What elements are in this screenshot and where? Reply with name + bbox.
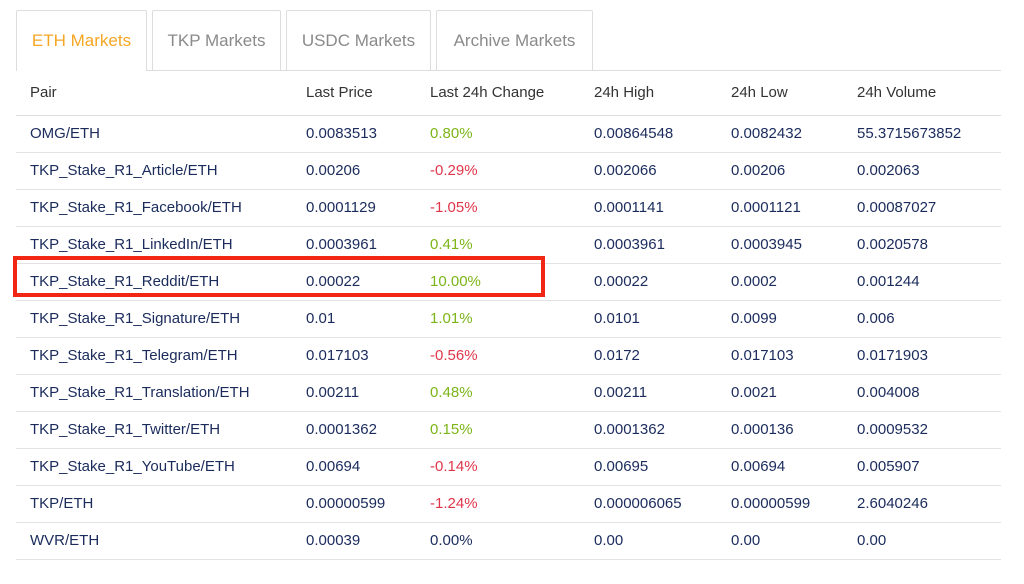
pair-cell[interactable]: TKP_Stake_R1_Facebook/ETH [16,189,292,227]
high-cell: 0.00864548 [580,115,717,153]
tab-eth-markets[interactable]: ETH Markets [16,10,147,71]
markets-panel: ETH Markets TKP Markets USDC Markets Arc… [16,10,1001,560]
last-price-cell: 0.00694 [292,448,416,486]
last-price-cell: 0.0003961 [292,226,416,264]
column-header-24h-high[interactable]: 24h High [580,71,717,116]
pair-cell[interactable]: TKP_Stake_R1_Article/ETH [16,152,292,190]
high-cell: 0.002066 [580,152,717,190]
change-cell: -1.24% [416,485,580,523]
volume-cell: 0.0020578 [843,226,1001,264]
pair-cell[interactable]: TKP_Stake_R1_Twitter/ETH [16,411,292,449]
volume-cell: 0.00087027 [843,189,1001,227]
change-cell: -0.29% [416,152,580,190]
low-cell: 0.000136 [717,411,843,449]
tab-usdc-markets[interactable]: USDC Markets [286,10,431,70]
table-row[interactable]: TKP_Stake_R1_LinkedIn/ETH 0.0003961 0.41… [16,226,1001,264]
table-row[interactable]: TKP_Stake_R1_Translation/ETH 0.00211 0.4… [16,374,1001,412]
markets-table: Pair Last Price Last 24h Change 24h High… [16,71,1001,560]
table-header-row: Pair Last Price Last 24h Change 24h High… [16,71,1001,116]
high-cell: 0.000006065 [580,485,717,523]
pair-cell[interactable]: TKP_Stake_R1_LinkedIn/ETH [16,226,292,264]
low-cell: 0.00 [717,522,843,560]
table-row[interactable]: OMG/ETH 0.0083513 0.80% 0.00864548 0.008… [16,115,1001,153]
column-header-24h-volume[interactable]: 24h Volume [843,71,1001,116]
volume-cell: 0.0171903 [843,337,1001,375]
table-row[interactable]: TKP/ETH 0.00000599 -1.24% 0.000006065 0.… [16,485,1001,523]
change-cell: 10.00% [416,263,580,301]
market-tabs: ETH Markets TKP Markets USDC Markets Arc… [16,10,1001,71]
last-price-cell: 0.017103 [292,337,416,375]
low-cell: 0.00694 [717,448,843,486]
high-cell: 0.0101 [580,300,717,338]
last-price-cell: 0.00211 [292,374,416,412]
volume-cell: 2.6040246 [843,485,1001,523]
change-cell: -0.56% [416,337,580,375]
last-price-cell: 0.0001362 [292,411,416,449]
pair-cell[interactable]: TKP_Stake_R1_Translation/ETH [16,374,292,412]
change-cell: 0.41% [416,226,580,264]
change-cell: 0.15% [416,411,580,449]
table-row[interactable]: TKP_Stake_R1_Telegram/ETH 0.017103 -0.56… [16,337,1001,375]
change-cell: -1.05% [416,189,580,227]
last-price-cell: 0.00022 [292,263,416,301]
volume-cell: 0.0009532 [843,411,1001,449]
change-cell: 0.48% [416,374,580,412]
low-cell: 0.0021 [717,374,843,412]
table-row[interactable]: TKP_Stake_R1_Facebook/ETH 0.0001129 -1.0… [16,189,1001,227]
table-row[interactable]: TKP_Stake_R1_Reddit/ETH 0.00022 10.00% 0… [16,263,1001,301]
high-cell: 0.0001362 [580,411,717,449]
column-header-24h-low[interactable]: 24h Low [717,71,843,116]
change-cell: 0.00% [416,522,580,560]
low-cell: 0.00206 [717,152,843,190]
change-cell: -0.14% [416,448,580,486]
high-cell: 0.0001141 [580,189,717,227]
column-header-pair[interactable]: Pair [16,71,292,116]
volume-cell: 0.004008 [843,374,1001,412]
pair-cell[interactable]: OMG/ETH [16,115,292,153]
change-cell: 1.01% [416,300,580,338]
last-price-cell: 0.00000599 [292,485,416,523]
volume-cell: 0.006 [843,300,1001,338]
column-header-last-24h-change[interactable]: Last 24h Change [416,71,580,116]
table-row[interactable]: TKP_Stake_R1_Article/ETH 0.00206 -0.29% … [16,152,1001,190]
last-price-cell: 0.01 [292,300,416,338]
high-cell: 0.00 [580,522,717,560]
pair-cell[interactable]: TKP_Stake_R1_Signature/ETH [16,300,292,338]
low-cell: 0.0099 [717,300,843,338]
last-price-cell: 0.0083513 [292,115,416,153]
table-row[interactable]: WVR/ETH 0.00039 0.00% 0.00 0.00 0.00 [16,522,1001,560]
low-cell: 0.017103 [717,337,843,375]
volume-cell: 0.001244 [843,263,1001,301]
last-price-cell: 0.00039 [292,522,416,560]
pair-cell[interactable]: TKP_Stake_R1_Telegram/ETH [16,337,292,375]
last-price-cell: 0.00206 [292,152,416,190]
pair-cell[interactable]: TKP_Stake_R1_YouTube/ETH [16,448,292,486]
low-cell: 0.00000599 [717,485,843,523]
high-cell: 0.00211 [580,374,717,412]
pair-cell[interactable]: TKP/ETH [16,485,292,523]
volume-cell: 0.002063 [843,152,1001,190]
pair-cell[interactable]: WVR/ETH [16,522,292,560]
high-cell: 0.00695 [580,448,717,486]
low-cell: 0.0001121 [717,189,843,227]
column-header-last-price[interactable]: Last Price [292,71,416,116]
low-cell: 0.0003945 [717,226,843,264]
low-cell: 0.0082432 [717,115,843,153]
table-row[interactable]: TKP_Stake_R1_Signature/ETH 0.01 1.01% 0.… [16,300,1001,338]
high-cell: 0.0003961 [580,226,717,264]
volume-cell: 0.005907 [843,448,1001,486]
table-row[interactable]: TKP_Stake_R1_YouTube/ETH 0.00694 -0.14% … [16,448,1001,486]
tab-archive-markets[interactable]: Archive Markets [436,10,593,70]
pair-cell[interactable]: TKP_Stake_R1_Reddit/ETH [16,263,292,301]
high-cell: 0.00022 [580,263,717,301]
table-row[interactable]: TKP_Stake_R1_Twitter/ETH 0.0001362 0.15%… [16,411,1001,449]
last-price-cell: 0.0001129 [292,189,416,227]
change-cell: 0.80% [416,115,580,153]
low-cell: 0.0002 [717,263,843,301]
high-cell: 0.0172 [580,337,717,375]
volume-cell: 0.00 [843,522,1001,560]
tab-tkp-markets[interactable]: TKP Markets [152,10,281,70]
volume-cell: 55.3715673852 [843,115,1001,153]
